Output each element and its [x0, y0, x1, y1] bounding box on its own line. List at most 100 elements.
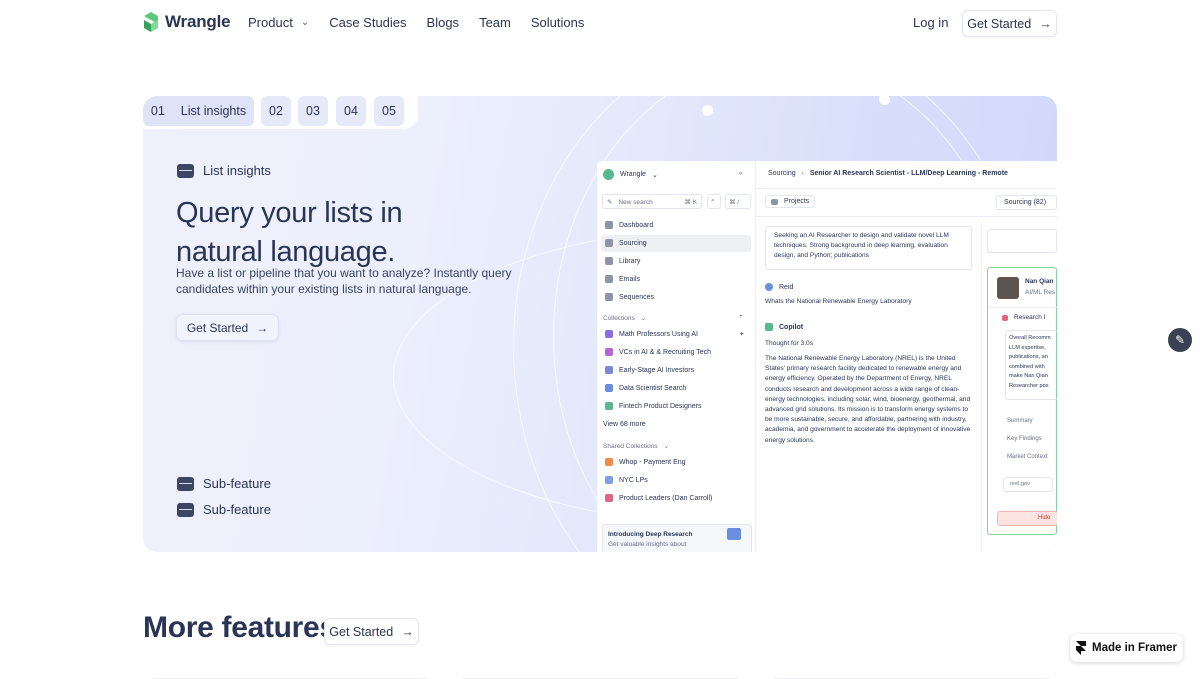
overall-card: Overall Recomm LLM expertise, publicatio… [1005, 330, 1057, 400]
shared-collections-header: Shared Collections ⌄ [603, 442, 670, 451]
tab-04[interactable]: 04 [336, 96, 366, 126]
get-started-label: Get Started [329, 624, 394, 639]
mockup-search-label: ✎ New search [607, 198, 653, 207]
collection-icon [605, 402, 613, 410]
feature-card: 01 List insights 02 03 04 05 List insigh… [143, 96, 1057, 552]
mockup-search-input: ✎ New search ⌘ K [602, 194, 702, 209]
nav-case-studies[interactable]: Case Studies [329, 15, 406, 30]
nav-solutions[interactable]: Solutions [531, 15, 584, 30]
source-chip: nrel.gov [1003, 477, 1053, 492]
mockup-workspace: Wrangle ⌄ [603, 169, 658, 180]
brand-logo[interactable]: Wrangle [143, 12, 231, 32]
mockup-sidebar: Wrangle ⌄ « ✎ New search ⌘ K ⌕ ⌘ / Dashb… [597, 161, 756, 552]
promo-title: Introducing Deep Research [608, 531, 693, 538]
sourcing-count-chip: Sourcing (82) [996, 195, 1057, 210]
research-icon [1002, 314, 1008, 321]
add-icon: + [739, 313, 743, 320]
arrow-right-icon: → [1039, 16, 1052, 31]
collection-icon [605, 366, 613, 374]
sub-feature-label: Sub-feature [203, 502, 271, 517]
projects-chip: Projects [765, 195, 816, 208]
copilot-answer: The National Renewable Energy Laboratory… [765, 355, 971, 444]
chevron-down-icon: ⌄ [640, 315, 647, 322]
shared-item: Whop - Payment Eng [605, 458, 686, 466]
nav-product[interactable]: Product ⌄ [248, 15, 309, 30]
mockup-nav-item: Library [605, 257, 640, 265]
market-context-label: Market Context [1007, 454, 1048, 460]
user-question: Whats the National Renewable Energy Labo… [765, 298, 912, 305]
user-message: Reid [765, 283, 793, 291]
sub-feature-item[interactable]: Sub-feature [177, 476, 271, 491]
chevron-down-icon: ⌄ [651, 171, 658, 179]
copilot-label: Copilot [765, 323, 803, 331]
tab-05[interactable]: 05 [374, 96, 404, 126]
section-label-text: List insights [203, 163, 271, 178]
nav-product-label: Product [248, 15, 293, 30]
sub-feature-item[interactable]: Sub-feature [177, 502, 271, 517]
stack-icon [177, 476, 194, 491]
wrangle-logo-icon [144, 12, 158, 32]
profile-panel: Nan Qian AI/ML Res Research I Overall Re… [987, 267, 1057, 535]
library-icon [605, 257, 613, 265]
tab-01[interactable]: 01 List insights [143, 96, 254, 126]
login-link[interactable]: Log in [913, 15, 948, 30]
collections-header: Collections ⌄ [603, 314, 647, 323]
app-mockup: Wrangle ⌄ « ✎ New search ⌘ K ⌕ ⌘ / Dashb… [597, 161, 1057, 552]
made-in-framer-badge[interactable]: Made in Framer [1070, 634, 1183, 662]
edit-pencil-icon[interactable]: ✎ [1168, 328, 1192, 352]
right-input [987, 229, 1057, 253]
feature-get-started-button[interactable]: Get Started → [176, 314, 279, 341]
query-box: Seeking an AI Researcher to design and v… [765, 226, 972, 270]
summary-label: Summary [1007, 418, 1033, 424]
collection-icon [605, 330, 613, 338]
nav-blogs[interactable]: Blogs [427, 15, 460, 30]
shared-item: NYC LPs [605, 476, 648, 484]
sequences-icon [605, 293, 613, 301]
top-nav: Wrangle Product ⌄ Case Studies Blogs Tea… [0, 0, 1200, 46]
mockup-breadcrumb: Sourcing › Senior AI Research Scientist -… [768, 170, 1008, 177]
brand-name: Wrangle [165, 12, 231, 31]
tab-number: 01 [150, 104, 165, 118]
chevron-down-icon: ⌄ [300, 17, 310, 28]
tab-03[interactable]: 03 [298, 96, 328, 126]
decorative-dot [702, 105, 713, 116]
framer-icon [1076, 641, 1086, 655]
workspace-name: Wrangle [620, 171, 646, 178]
tab-02[interactable]: 02 [261, 96, 291, 126]
dashboard-icon [605, 221, 613, 229]
nav-links: Product ⌄ Case Studies Blogs Team Soluti… [248, 15, 584, 30]
get-started-button[interactable]: Get Started → [962, 10, 1057, 37]
divider [981, 223, 982, 552]
nav-team[interactable]: Team [479, 15, 511, 30]
promo-card: Introducing Deep Research Get valuable i… [602, 524, 752, 552]
shortcut-hint: ⌘ K [684, 199, 697, 206]
mockup-main-panel: Sourcing › Senior AI Research Scientist -… [756, 161, 1057, 552]
more-get-started-button[interactable]: Get Started → [324, 618, 419, 645]
promo-subtitle: Get valuable insights about [608, 541, 687, 548]
divider [756, 216, 1057, 217]
shared-item: Product Leaders (Dan Carroll) [605, 494, 712, 502]
collection-icon [605, 458, 613, 466]
thought-duration: Thought for 3.0s [765, 340, 814, 347]
divider [756, 188, 1057, 189]
view-more-link: View 68 more [603, 421, 646, 428]
feature-tabs: 01 List insights 02 03 04 05 [143, 96, 418, 129]
get-started-label: Get Started [967, 16, 1032, 31]
feature-headline: Query your lists in natural language. [176, 197, 403, 268]
promo-icon [727, 528, 741, 540]
collection-item: Fintech Product Designers [605, 402, 701, 410]
arrow-right-icon: → [401, 624, 414, 639]
get-started-label: Get Started [186, 320, 249, 335]
collection-item: VCs in AI & & Recruiting Tech [605, 348, 711, 356]
hide-button: Hide [997, 511, 1057, 526]
more-features-title: More features [143, 611, 336, 644]
chevron-down-icon: ⌄ [663, 443, 670, 450]
pin-icon: ✦ [739, 331, 745, 338]
profile-photo [997, 277, 1019, 299]
key-findings-label: Key Findings [1007, 436, 1042, 442]
mockup-nav-item: Sourcing [605, 239, 647, 247]
sub-feature-label: Sub-feature [203, 476, 271, 491]
arrow-right-icon: → [256, 320, 269, 335]
wrangle-logo-icon [603, 169, 614, 180]
query-text: Seeking an AI Researcher to design and v… [774, 232, 949, 260]
